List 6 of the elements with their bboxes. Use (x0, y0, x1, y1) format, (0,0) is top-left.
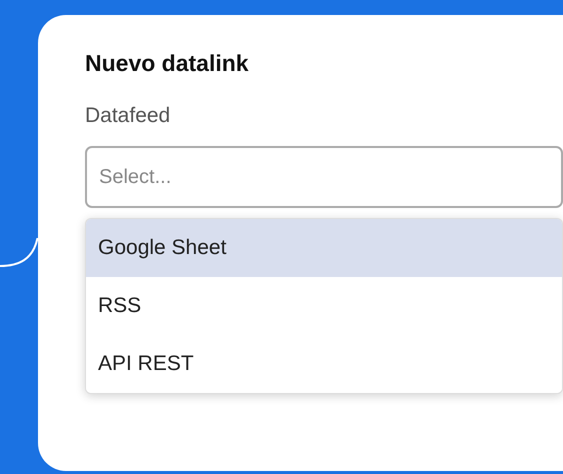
field-label: Datafeed (85, 103, 170, 129)
dropdown-option[interactable]: API REST (86, 335, 562, 393)
dialog-title: Nuevo datalink (85, 49, 249, 77)
select-field[interactable]: Select... (85, 146, 563, 208)
dropdown-option[interactable]: RSS (86, 277, 562, 335)
dropdown-option[interactable]: Google Sheet (86, 219, 562, 277)
